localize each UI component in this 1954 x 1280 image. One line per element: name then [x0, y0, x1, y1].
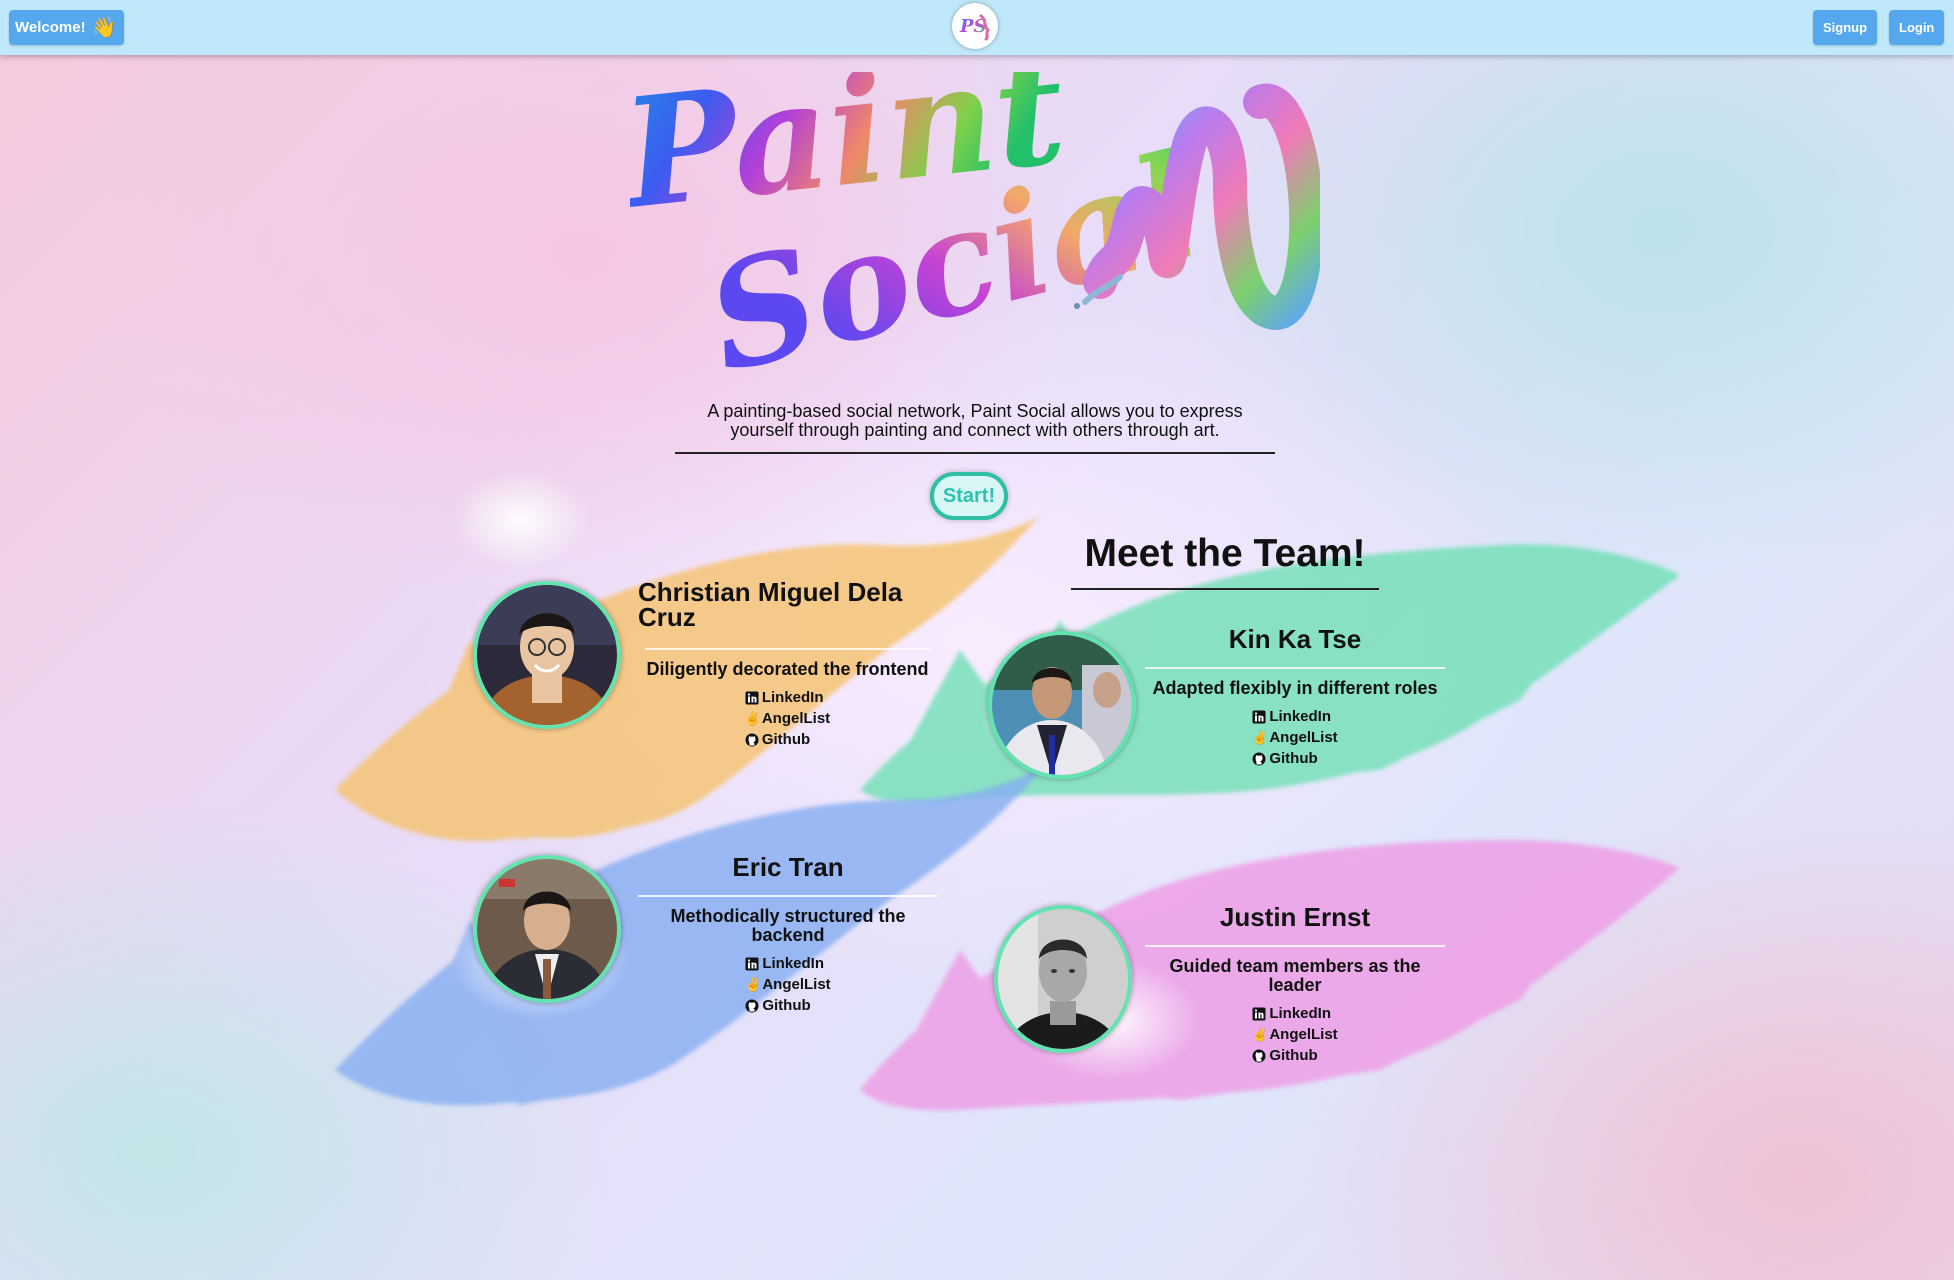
linkedin-icon — [745, 691, 759, 704]
member-links: LinkedIn ✌ AngelList Github — [745, 953, 830, 1016]
portrait-image — [477, 859, 617, 999]
linkedin-link[interactable]: LinkedIn — [1252, 706, 1337, 727]
angellist-link[interactable]: ✌ AngelList — [745, 974, 830, 995]
member-divider — [638, 895, 938, 897]
paint-social-logo-icon: PS — [959, 14, 991, 41]
linkedin-icon — [1252, 710, 1266, 723]
portrait-image — [992, 635, 1132, 775]
member-name: Christian Miguel Dela Cruz — [638, 577, 903, 632]
github-link[interactable]: Github — [1252, 748, 1337, 769]
member-role: Methodically structured the backend — [670, 906, 906, 945]
portrait-image — [998, 909, 1128, 1049]
github-label: Github — [1269, 1047, 1318, 1064]
linkedin-icon — [1252, 1007, 1266, 1020]
angellist-link[interactable]: ✌ AngelList — [1252, 1024, 1337, 1045]
member-card-kin: Kin Ka Tse Adapted flexibly in different… — [1145, 624, 1445, 771]
member-role: Diligently decorated the frontend — [646, 659, 929, 679]
welcome-button[interactable]: Welcome! 👋 — [9, 10, 125, 45]
github-icon — [1252, 1049, 1266, 1062]
nav-logo[interactable]: PS — [952, 3, 998, 49]
member-role: Guided team members as the leader — [1169, 956, 1421, 995]
member-name: Kin Ka Tse — [1228, 624, 1362, 654]
github-label: Github — [762, 997, 811, 1014]
github-icon — [745, 733, 759, 746]
avatar-christian — [473, 581, 621, 729]
member-links: LinkedIn ✌ AngelList Github — [1252, 1003, 1337, 1066]
top-navbar: Welcome! 👋 PS Signup Login — [0, 0, 1954, 55]
avatar-kin — [988, 631, 1136, 779]
waving-hand-icon: 👋 — [91, 16, 117, 39]
paint-social-hero-logo: Paint Social — [630, 72, 1320, 382]
member-card-eric: Eric Tran Methodically structured the ba… — [638, 852, 938, 1018]
member-name: Eric Tran — [732, 852, 844, 882]
login-button[interactable]: Login — [1889, 10, 1945, 45]
linkedin-link[interactable]: LinkedIn — [745, 953, 830, 974]
github-label: Github — [761, 731, 811, 748]
github-icon — [745, 999, 759, 1012]
angellist-icon: ✌ — [1252, 1026, 1269, 1042]
member-links: LinkedIn ✌ AngelList Github — [745, 687, 830, 750]
member-role: Adapted flexibly in different roles — [1152, 678, 1438, 698]
linkedin-label: LinkedIn — [1269, 1005, 1331, 1022]
github-link[interactable]: Github — [1252, 1045, 1337, 1066]
member-card-christian: Christian Miguel Dela Cruz — [638, 577, 932, 632]
linkedin-icon — [745, 957, 759, 970]
team-heading: Meet the Team! — [1084, 532, 1366, 575]
avatar-justin — [994, 905, 1132, 1053]
github-link[interactable]: Github — [745, 995, 830, 1016]
tagline: A painting-based social network, Paint S… — [707, 401, 1243, 440]
angellist-link[interactable]: ✌ AngelList — [1252, 727, 1337, 748]
linkedin-label: LinkedIn — [762, 955, 824, 972]
angellist-icon: ✌ — [1252, 729, 1269, 745]
angellist-label: AngelList — [761, 710, 831, 727]
member-details-christian: Diligently decorated the frontend Linked… — [645, 648, 930, 752]
member-card-justin: Justin Ernst Guided team members as the … — [1145, 902, 1445, 1068]
github-icon — [1252, 752, 1266, 765]
member-links: LinkedIn ✌ AngelList Github — [1252, 706, 1337, 769]
angellist-icon: ✌ — [745, 976, 762, 992]
github-label: Github — [1269, 750, 1318, 767]
tagline-divider — [675, 452, 1275, 454]
linkedin-label: LinkedIn — [1269, 708, 1331, 725]
member-divider — [1145, 667, 1445, 669]
github-link[interactable]: Github — [745, 729, 830, 750]
member-divider — [1145, 945, 1445, 947]
angellist-label: AngelList — [762, 976, 831, 993]
angellist-link[interactable]: ✌ AngelList — [745, 708, 830, 729]
angellist-icon: ✌ — [744, 710, 762, 726]
member-name: Justin Ernst — [1219, 902, 1371, 932]
team-heading-divider — [1071, 588, 1379, 590]
welcome-label: Welcome! — [15, 19, 86, 36]
linkedin-link[interactable]: LinkedIn — [745, 687, 830, 708]
avatar-eric — [473, 855, 621, 1003]
linkedin-label: LinkedIn — [761, 689, 824, 706]
angellist-label: AngelList — [1269, 729, 1338, 746]
portrait-image — [477, 585, 617, 725]
member-divider — [645, 648, 930, 650]
angellist-label: AngelList — [1269, 1026, 1338, 1043]
start-button[interactable]: Start! — [930, 472, 1008, 520]
linkedin-link[interactable]: LinkedIn — [1252, 1003, 1337, 1024]
signup-button[interactable]: Signup — [1813, 10, 1878, 45]
